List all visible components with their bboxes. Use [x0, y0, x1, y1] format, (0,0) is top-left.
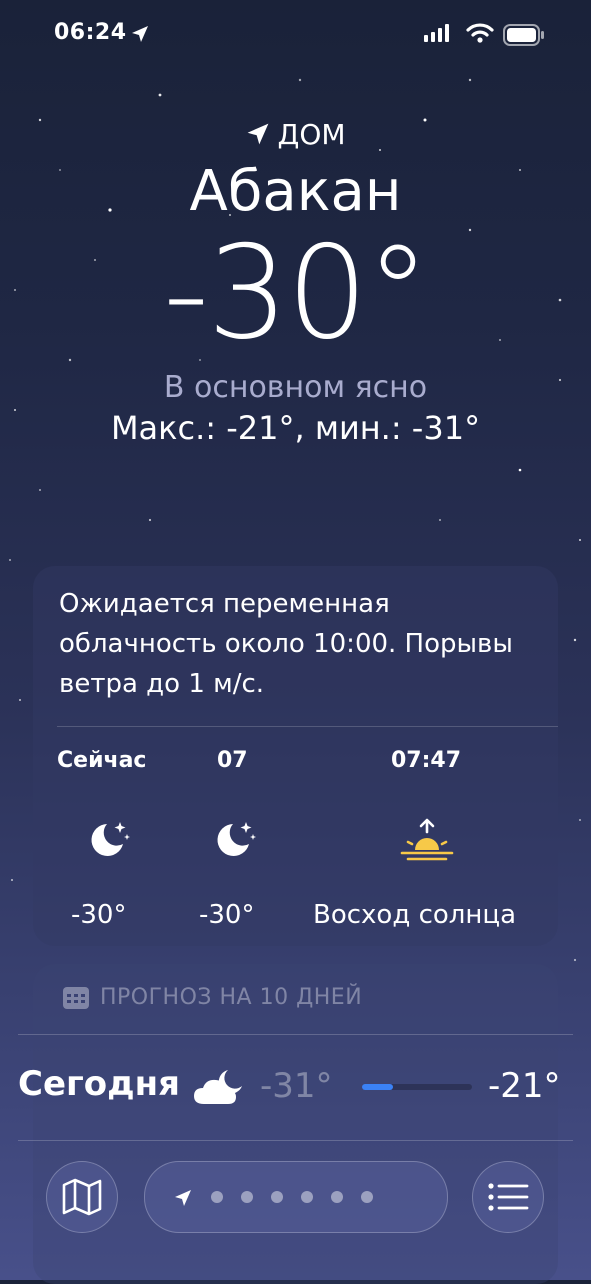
city-name: Абакан	[189, 159, 402, 224]
hour-label: 07	[217, 748, 248, 773]
page-dot	[361, 1191, 373, 1203]
city-list-button[interactable]	[472, 1161, 544, 1233]
forecast-title: ПРОГНОЗ НА 10 ДНЕЙ	[100, 984, 363, 1010]
hour-label: 07:47	[391, 748, 462, 773]
day-label: Сегодня	[18, 1064, 180, 1104]
location-arrow-icon	[175, 1190, 191, 1206]
page-dot	[271, 1191, 283, 1203]
moon-stars-icon	[91, 822, 130, 856]
map-icon	[62, 1178, 102, 1216]
home-label-text: ДОМ	[277, 117, 346, 151]
condition-text: В основном ясно	[163, 370, 428, 405]
page-dot	[301, 1191, 313, 1203]
calendar-icon	[63, 987, 89, 1009]
status-time: 06:24	[54, 20, 127, 45]
page-dot	[331, 1191, 343, 1203]
current-weather: ДОМ Абакан -30° В основном ясно Макс.: -…	[0, 112, 591, 448]
forecast-10day-header: ПРОГНОЗ НА 10 ДНЕЙ	[62, 984, 362, 1010]
temperature-range: Макс.: -21°, мин.: -31°	[110, 409, 481, 447]
sunrise-icon	[400, 818, 454, 861]
wifi-icon	[466, 23, 494, 43]
card-divider	[18, 1140, 573, 1141]
hour-temp: -30°	[199, 900, 255, 930]
hourly-forecast-card[interactable]: Ожидается переменная облачность около 10…	[33, 566, 558, 946]
page-dot	[211, 1191, 223, 1203]
card-divider	[18, 1034, 573, 1035]
bottom-toolbar	[0, 1158, 591, 1238]
battery-icon	[503, 24, 544, 46]
location-arrow-icon	[248, 123, 269, 145]
map-button[interactable]	[46, 1161, 118, 1233]
cellular-signal-icon	[424, 24, 449, 42]
forecast-summary: Ожидается переменная облачность около 10…	[59, 589, 513, 699]
location-arrow-icon	[132, 26, 148, 42]
page-indicator[interactable]	[144, 1161, 448, 1233]
page-dot	[241, 1191, 253, 1203]
sunrise-label: Восход солнца	[313, 900, 517, 930]
list-icon	[488, 1183, 529, 1211]
partly-cloudy-night-icon	[194, 1070, 242, 1104]
moon-stars-icon	[217, 822, 256, 856]
temperature-range-fill	[362, 1084, 393, 1090]
card-divider	[57, 726, 558, 727]
hour-label: Сейчас	[57, 748, 147, 773]
high-temp: -21°	[488, 1066, 561, 1106]
status-bar: 06:24	[0, 0, 591, 72]
home-location-label: ДОМ	[0, 112, 591, 156]
low-temp: -31°	[260, 1066, 333, 1106]
page-dots	[211, 1162, 373, 1232]
current-temperature: -30°	[162, 219, 430, 368]
hour-temp: -30°	[71, 900, 127, 930]
temperature-range-bar	[362, 1084, 472, 1090]
